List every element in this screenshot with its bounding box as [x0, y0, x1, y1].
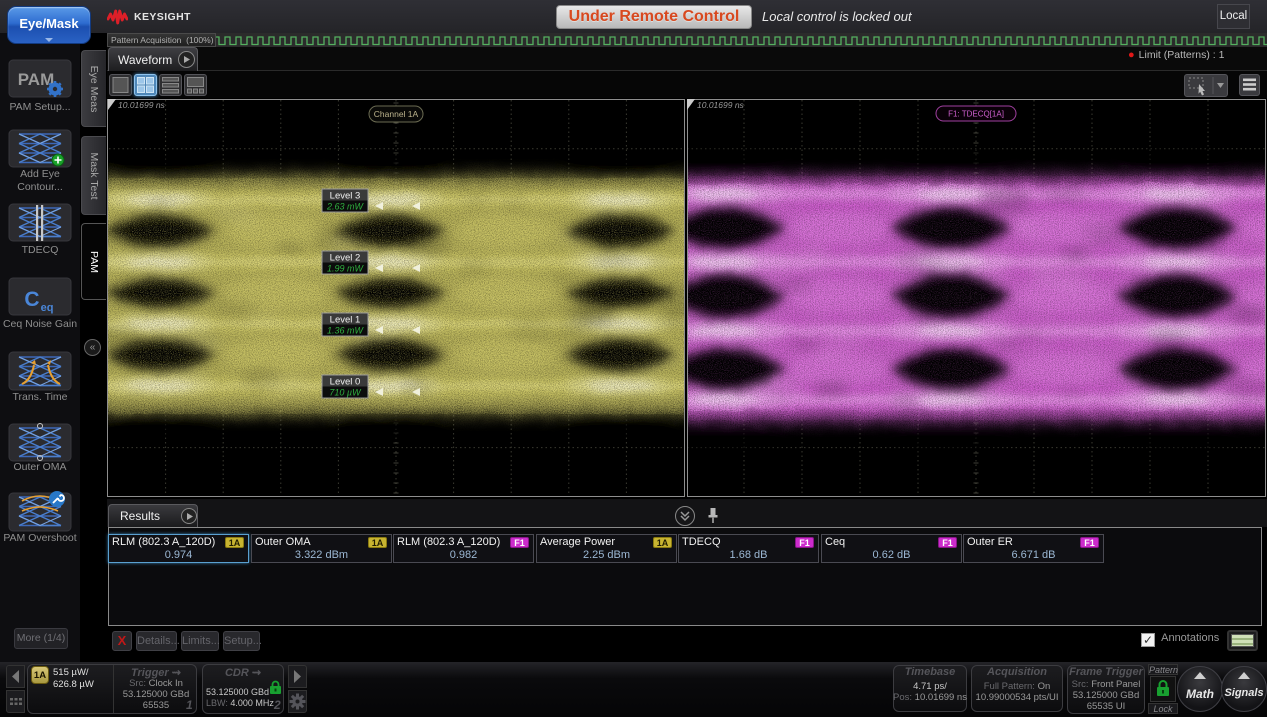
svg-text:Outer OMA: Outer OMA: [13, 461, 66, 473]
svg-text:10.01699 ns: 10.01699 ns: [697, 100, 745, 110]
svg-text:Ceq Noise Gain: Ceq Noise Gain: [3, 318, 77, 330]
svg-text:Trans. Time: Trans. Time: [12, 391, 67, 403]
svg-text:710 µW: 710 µW: [329, 388, 362, 398]
svg-text:PAM Setup...: PAM Setup...: [9, 101, 70, 113]
svg-text:PAM Overshoot: PAM Overshoot: [3, 532, 76, 544]
svg-text:C: C: [24, 288, 39, 311]
svg-text:Level 2: Level 2: [330, 253, 361, 264]
svg-text:PAM: PAM: [18, 70, 55, 89]
svg-text:1.36 mW: 1.36 mW: [327, 326, 365, 336]
svg-text:Contour...: Contour...: [17, 181, 63, 193]
svg-text:F1: TDECQ[1A]: F1: TDECQ[1A]: [948, 110, 1004, 119]
svg-text:Level 1: Level 1: [330, 315, 361, 326]
svg-text:Channel 1A: Channel 1A: [374, 109, 419, 119]
svg-text:2.63 mW: 2.63 mW: [326, 202, 365, 212]
svg-text:TDECQ: TDECQ: [22, 244, 59, 256]
svg-text:Level 0: Level 0: [330, 377, 361, 388]
svg-text:eq: eq: [41, 302, 54, 314]
svg-text:1.99 mW: 1.99 mW: [327, 264, 365, 274]
svg-text:10.01699 ns: 10.01699 ns: [118, 100, 166, 110]
svg-text:Add Eye: Add Eye: [20, 168, 60, 180]
svg-text:Level 3: Level 3: [330, 191, 361, 202]
